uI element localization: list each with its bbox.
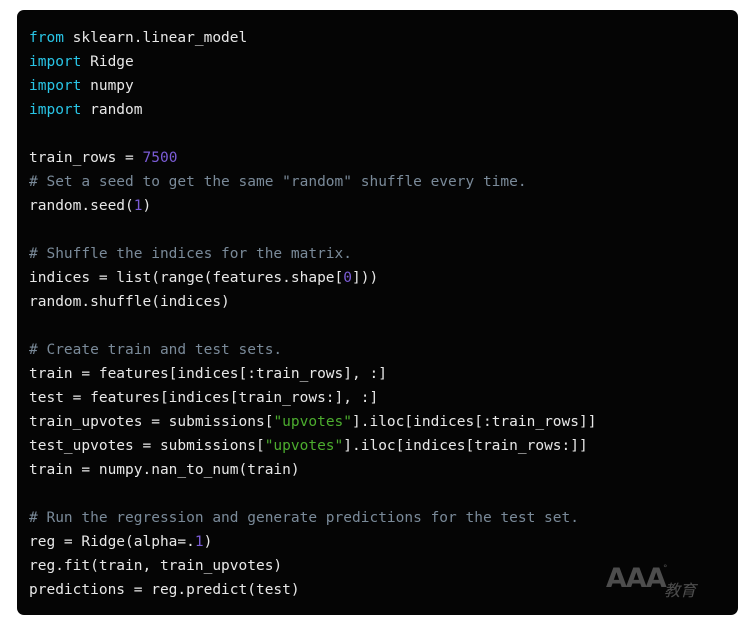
code-token-pln: train = numpy.nan_to_num(train) xyxy=(29,462,300,478)
code-token-pln: reg = Ridge(alpha=. xyxy=(29,534,195,550)
code-token-kw: from xyxy=(29,30,64,46)
code-token-pln: predictions = reg.predict(test) xyxy=(29,582,300,598)
code-line: predictions = reg.predict(test) xyxy=(29,578,738,602)
code-token-str: "upvotes" xyxy=(273,414,353,430)
code-line: random.seed(1) xyxy=(29,194,738,218)
code-token-com: # Set a seed to get the same "random" sh… xyxy=(29,174,527,190)
code-token-pln: test = features[indices[train_rows:], :] xyxy=(29,390,379,406)
code-token-num: 1 xyxy=(133,198,143,214)
code-token-kw: import xyxy=(29,102,82,118)
code-line: train = features[indices[:train_rows], :… xyxy=(29,362,738,386)
code-token-pln: train_rows = xyxy=(29,150,143,166)
code-token-pln: random.seed( xyxy=(29,198,134,214)
code-token-num: 7500 xyxy=(142,150,178,166)
code-token-com: # Run the regression and generate predic… xyxy=(29,510,579,526)
code-line: train_upvotes = submissions["upvotes"].i… xyxy=(29,410,738,434)
code-token-pln: ) xyxy=(142,198,152,214)
code-line: random.shuffle(indices) xyxy=(29,290,738,314)
code-token-pln: Ridge xyxy=(81,54,134,70)
code-token-str: "upvotes" xyxy=(264,438,344,454)
code-token-kw: import xyxy=(29,54,82,70)
code-line: # Run the regression and generate predic… xyxy=(29,506,738,530)
code-token-pln: train_upvotes = submissions[ xyxy=(29,414,274,430)
code-line: test_upvotes = submissions["upvotes"].il… xyxy=(29,434,738,458)
code-line: test = features[indices[train_rows:], :] xyxy=(29,386,738,410)
code-token-pln: reg.fit(train, train_upvotes) xyxy=(29,558,283,574)
code-token-pln: numpy xyxy=(81,78,134,94)
code-line: reg.fit(train, train_upvotes) xyxy=(29,554,738,578)
code-token-pln: random.shuffle(indices) xyxy=(29,294,230,310)
code-line: # Set a seed to get the same "random" sh… xyxy=(29,170,738,194)
code-line: train = numpy.nan_to_num(train) xyxy=(29,458,738,482)
code-token-com: # Shuffle the indices for the matrix. xyxy=(29,246,353,262)
code-token-pln: ].iloc[indices[:train_rows]] xyxy=(352,414,597,430)
code-token-pln: random xyxy=(81,102,143,118)
code-line: indices = list(range(features.shape[0])) xyxy=(29,266,738,290)
code-line: from sklearn.linear_model xyxy=(29,26,738,50)
code-line: import random xyxy=(29,98,738,122)
code-line: reg = Ridge(alpha=.1) xyxy=(29,530,738,554)
code-token-pln: sklearn.linear_model xyxy=(63,30,248,46)
code-token-pln: ) xyxy=(203,534,213,550)
code-line: # Shuffle the indices for the matrix. xyxy=(29,242,738,266)
code-token-pln: ])) xyxy=(352,270,379,286)
code-panel: from sklearn.linear_model import Ridge imp… xyxy=(17,10,738,615)
code-line: import Ridge xyxy=(29,50,738,74)
code-line: train_rows = 7500 xyxy=(29,146,738,170)
code-line: # Create train and test sets. xyxy=(29,338,738,362)
code-token-pln: ].iloc[indices[train_rows:]] xyxy=(343,438,588,454)
code-token-kw: import xyxy=(29,78,82,94)
code-token-com: # Create train and test sets. xyxy=(29,342,283,358)
code-token-pln: indices = list(range(features.shape[ xyxy=(29,270,344,286)
code-listing[interactable]: from sklearn.linear_model import Ridge imp… xyxy=(29,26,738,602)
code-line: import numpy xyxy=(29,74,738,98)
code-token-num: 0 xyxy=(343,270,353,286)
code-token-pln: test_upvotes = submissions[ xyxy=(29,438,265,454)
code-token-pln: train = features[indices[:train_rows], :… xyxy=(29,366,387,382)
code-token-num: 1 xyxy=(194,534,204,550)
